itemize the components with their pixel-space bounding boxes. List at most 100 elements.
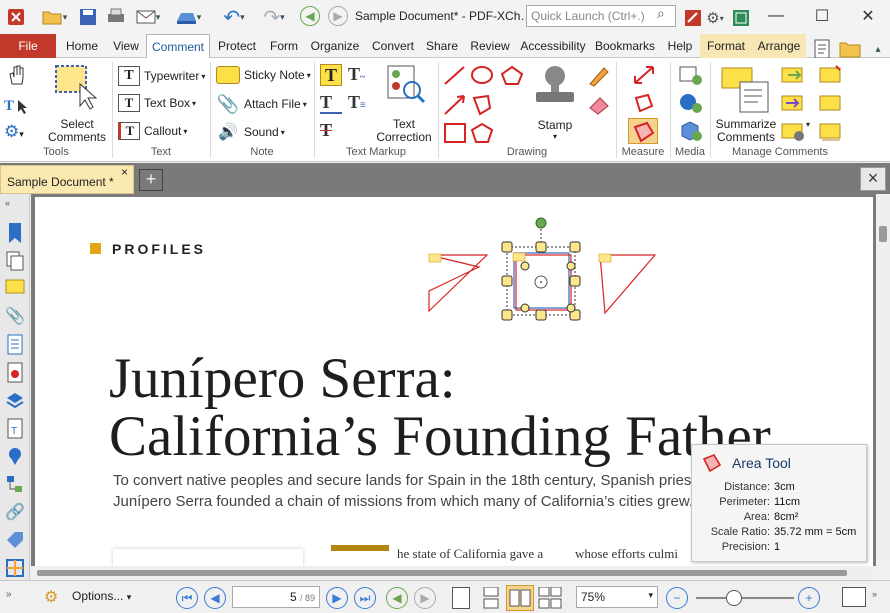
order-icon[interactable] (5, 558, 25, 578)
continuous-icon[interactable] (480, 586, 502, 609)
distance-tool-icon[interactable] (632, 64, 656, 86)
options-button[interactable]: Options... ▾ (72, 589, 131, 603)
ui-options-icon[interactable] (682, 5, 704, 31)
facing-continuous-icon[interactable] (538, 586, 562, 609)
links-icon[interactable]: 🔗 (5, 502, 25, 522)
select-comments-icon[interactable] (50, 62, 104, 114)
destinations-icon[interactable] (5, 446, 25, 466)
fullscreen-icon[interactable] (730, 5, 752, 31)
quick-launch-input[interactable]: Quick Launch (Ctrl+.) (526, 5, 676, 27)
tab-protect[interactable]: Protect (212, 34, 262, 58)
thumbnails-icon[interactable] (5, 250, 25, 271)
vertical-scrollbar[interactable] (876, 194, 890, 566)
pencil-icon[interactable] (586, 64, 612, 88)
eraser-icon[interactable] (586, 92, 612, 116)
zoom-out-button[interactable]: − (666, 587, 688, 609)
3d-object-icon[interactable] (678, 120, 702, 142)
summarize-comments-button[interactable]: Summarize Comments (712, 118, 780, 144)
redo-icon[interactable]: ↷ ▾ (254, 4, 294, 30)
page-number-input[interactable]: 5 / 89 (232, 586, 320, 608)
video-icon[interactable] (678, 64, 702, 86)
tab-form[interactable]: Form (264, 34, 304, 58)
sticky-note-button[interactable]: Sticky Note ▾ (216, 66, 311, 84)
import-comments-icon[interactable] (780, 64, 806, 86)
hand-tool-icon[interactable] (6, 64, 30, 88)
tags-icon[interactable]: T (5, 418, 25, 439)
scan-icon[interactable]: ▾ (168, 4, 208, 30)
new-tab-button[interactable]: + (139, 169, 163, 191)
show-comments-icon[interactable] (818, 92, 844, 114)
vertical-scroll-thumb[interactable] (879, 226, 887, 242)
gear-icon[interactable]: ⚙ ▾ (704, 5, 726, 31)
tab-comment[interactable]: Comment (146, 34, 210, 59)
tab-arrange[interactable]: Arrange (752, 34, 806, 58)
close-tab-icon[interactable]: × (121, 165, 128, 179)
attachments-icon[interactable]: 📎 (5, 306, 25, 326)
select-text-icon[interactable]: T (4, 94, 30, 116)
status-expand-icon[interactable]: » (872, 589, 877, 599)
stamp-button[interactable]: Stamp ▾ (530, 118, 580, 141)
underline-icon[interactable]: T (320, 92, 342, 114)
zoom-slider-track[interactable] (696, 597, 794, 599)
full-screen-icon[interactable] (842, 587, 866, 607)
print-icon[interactable] (104, 4, 128, 30)
tab-convert[interactable]: Convert (366, 34, 420, 58)
tab-accessibility[interactable]: Accessibility (518, 34, 588, 58)
tag-icon[interactable] (5, 530, 25, 550)
prev-page-button[interactable]: ◀ (204, 587, 226, 609)
next-page-button[interactable]: ▶ (326, 587, 348, 609)
horizontal-scroll-thumb[interactable] (37, 570, 847, 576)
expand-panel-icon[interactable]: » (6, 589, 12, 600)
first-page-button[interactable]: ⏮ (176, 587, 198, 609)
tab-review[interactable]: Review (464, 34, 516, 58)
attach-file-button[interactable]: 📎 Attach File ▾ (216, 94, 307, 114)
back-view-icon[interactable]: ◀ (300, 6, 320, 26)
text-correction-button[interactable]: Text Correction (372, 118, 436, 144)
previous-view-button[interactable]: ◀ (386, 587, 408, 609)
tab-share[interactable]: Share (422, 34, 462, 58)
single-page-icon[interactable] (452, 587, 470, 609)
maximize-button[interactable]: ☐ (799, 0, 845, 32)
layers-icon[interactable] (5, 390, 25, 410)
bookmarks-icon[interactable] (5, 222, 25, 243)
measure-annotations[interactable] (415, 211, 675, 331)
comments-panel-icon[interactable] (5, 278, 25, 298)
undo-icon[interactable]: ↶ ▾ (214, 4, 254, 30)
hide-comments-icon[interactable] (818, 120, 844, 142)
comment-list-icon[interactable] (818, 64, 844, 86)
collapse-panel-icon[interactable]: « (5, 198, 25, 218)
next-view-button[interactable]: ▶ (414, 587, 436, 609)
replace-text-icon[interactable]: T≡ (348, 92, 372, 114)
tab-view[interactable]: View (108, 34, 144, 58)
text-correction-icon[interactable] (384, 64, 426, 104)
typewriter-button[interactable]: T Typewriter ▾ (118, 66, 205, 86)
comment-settings-icon[interactable]: ▾ (780, 120, 816, 142)
structure-icon[interactable] (5, 474, 25, 494)
drawing-shapes-icons[interactable] (442, 64, 526, 148)
tab-bookmarks[interactable]: Bookmarks (592, 34, 658, 58)
zoom-in-button[interactable]: + (798, 587, 820, 609)
squiggly-icon[interactable]: T~ (348, 64, 372, 86)
zoom-tool-icon[interactable]: ⚙▾ (4, 122, 38, 144)
document-tab[interactable]: Sample Document * (0, 165, 134, 194)
tab-format[interactable]: Format (700, 34, 752, 58)
signatures-icon[interactable] (5, 362, 25, 383)
tab-help[interactable]: Help (662, 34, 698, 58)
forward-view-icon[interactable]: ▶ (328, 6, 348, 26)
content-panel-icon[interactable] (5, 334, 25, 355)
export-comments-icon[interactable] (780, 92, 806, 114)
text-box-button[interactable]: T Text Box ▾ (118, 94, 196, 112)
stamp-icon[interactable] (530, 64, 580, 108)
email-icon[interactable]: ▾ (130, 4, 166, 30)
highlight-icon[interactable]: T (320, 64, 342, 86)
tab-home[interactable]: Home (62, 34, 102, 58)
perimeter-tool-icon[interactable] (632, 92, 656, 114)
zoom-select[interactable]: 75% ▾ (576, 586, 658, 608)
area-tool-icon[interactable] (628, 118, 658, 144)
horizontal-scrollbar[interactable] (31, 566, 876, 580)
save-icon[interactable] (76, 4, 100, 30)
tab-file[interactable]: File (0, 34, 56, 58)
zoom-slider-thumb[interactable] (726, 590, 742, 606)
audio-icon[interactable] (678, 92, 702, 114)
summarize-comments-icon[interactable] (718, 64, 774, 114)
